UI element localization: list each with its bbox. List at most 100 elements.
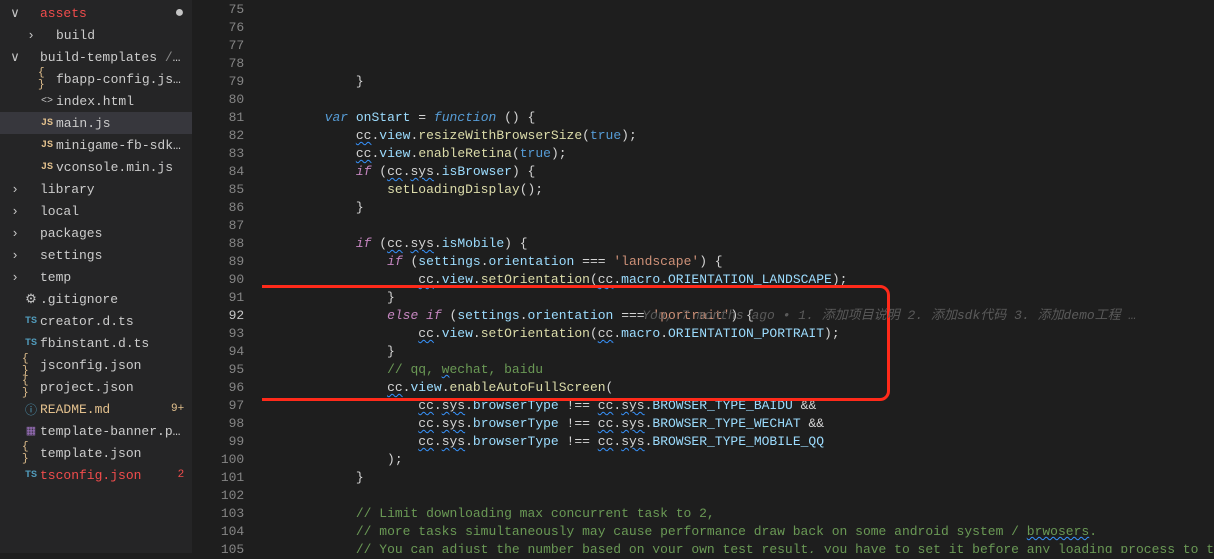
code-line[interactable]: } [262,289,1214,307]
tree-item-label: main.js [56,116,184,131]
tree-item[interactable]: TSfbinstant.d.ts [0,332,192,354]
code-line[interactable]: cc.view.enableAutoFullScreen( [262,379,1214,397]
tree-item[interactable]: ⓘREADME.md9+ [0,398,192,420]
line-number: 104 [192,523,244,541]
tree-item[interactable]: ›packages [0,222,192,244]
diamond-icon: <> [38,96,56,107]
tree-item[interactable]: ›temp [0,266,192,288]
ts-icon: TS [22,470,40,481]
code-line[interactable]: cc.view.enableRetina(true); [262,145,1214,163]
code-line[interactable] [262,487,1214,505]
tree-item[interactable]: ›library [0,178,192,200]
chevron-icon: ∨ [8,6,22,21]
tree-item-label: template-banner.png [40,424,184,439]
tree-item[interactable]: JSmain.js [0,112,192,134]
tree-item[interactable]: { }jsconfig.json [0,354,192,376]
line-number: 89 [192,253,244,271]
tree-item-label: fbinstant.d.ts [40,336,184,351]
tree-item-badge: 9+ [171,403,184,415]
code-line[interactable]: var onStart = function () { [262,109,1214,127]
code-line[interactable]: } [262,73,1214,91]
tree-item[interactable]: ∨build-templates / fb-instant-games [0,46,192,68]
tree-item[interactable]: ›local [0,200,192,222]
line-number: 100 [192,451,244,469]
tree-item[interactable]: › settings [0,244,192,266]
js-icon: JS [38,140,56,151]
code-line[interactable]: // You can adjust the number based on yo… [262,541,1214,553]
code-line[interactable]: setLoadingDisplay(); [262,181,1214,199]
line-number: 102 [192,487,244,505]
line-number: 78 [192,55,244,73]
tree-item[interactable]: JSminigame-fb-sdk.js [0,134,192,156]
tree-item[interactable]: ⚙.gitignore [0,288,192,310]
code-line[interactable]: // Limit downloading max concurrent task… [262,505,1214,523]
tree-item-label: creator.d.ts [40,314,184,329]
code-line[interactable]: } [262,199,1214,217]
code-line[interactable]: cc.view.setOrientation(cc.macro.ORIENTAT… [262,325,1214,343]
code-line[interactable]: cc.sys.browserType !== cc.sys.BROWSER_TY… [262,433,1214,451]
ts-icon: TS [22,338,40,349]
code-line[interactable]: } [262,469,1214,487]
chevron-icon: ∨ [8,50,22,65]
tree-item-label: fbapp-config.json [56,72,184,87]
code-line[interactable]: cc.view.setOrientation(cc.macro.ORIENTAT… [262,271,1214,289]
line-number: 92 [192,307,244,325]
code-line[interactable]: // more tasks simultaneously may cause p… [262,523,1214,541]
line-number: 94 [192,343,244,361]
chevron-icon: › [8,248,22,263]
js-icon: JS [38,118,56,129]
line-number: 99 [192,433,244,451]
line-number: 95 [192,361,244,379]
code-line[interactable]: } [262,343,1214,361]
brace-icon: { } [22,441,40,465]
tree-item-label: settings [40,248,184,263]
line-number: 97 [192,397,244,415]
brace-icon: { } [38,67,56,91]
line-number: 103 [192,505,244,523]
js-icon: JS [38,162,56,173]
line-number: 76 [192,19,244,37]
tree-item-label: template.json [40,446,184,461]
code-line[interactable]: if (settings.orientation === 'landscape'… [262,253,1214,271]
code-line[interactable]: cc.view.resizeWithBrowserSize(true); [262,127,1214,145]
chevron-icon: › [24,28,38,43]
tree-item[interactable]: TScreator.d.ts [0,310,192,332]
tree-item[interactable]: ▦template-banner.png [0,420,192,442]
tree-item[interactable]: JSvconsole.min.js [0,156,192,178]
editor[interactable]: 7576777879808182838485868788899091929394… [192,0,1214,553]
code-line[interactable]: ); [262,451,1214,469]
tree-item-label: minigame-fb-sdk.js [56,138,184,153]
line-number: 86 [192,199,244,217]
line-number: 79 [192,73,244,91]
file-explorer[interactable]: ∨assets●›build∨build-templates / fb-inst… [0,0,192,553]
code-line[interactable]: if (cc.sys.isBrowser) { [262,163,1214,181]
chevron-icon: › [8,182,22,197]
code-line[interactable] [262,91,1214,109]
tree-item[interactable]: TStsconfig.json2 [0,464,192,486]
code-line[interactable]: cc.sys.browserType !== cc.sys.BROWSER_TY… [262,397,1214,415]
line-number: 83 [192,145,244,163]
tree-item[interactable]: <>index.html [0,90,192,112]
tree-item[interactable]: { }project.json [0,376,192,398]
line-number: 88 [192,235,244,253]
line-number: 91 [192,289,244,307]
tree-item[interactable]: ›build [0,24,192,46]
tree-item[interactable]: ∨assets● [0,2,192,24]
chevron-icon: › [8,204,22,219]
code-line[interactable] [262,217,1214,235]
code-line[interactable]: // qq, wechat, baidu [262,361,1214,379]
brace-icon: { } [22,375,40,399]
brace-icon: { } [22,353,40,377]
tree-item[interactable]: { }fbapp-config.json [0,68,192,90]
code-area[interactable]: You, 7 months ago • 1. 添加项目说明 2. 添加sdk代码… [262,0,1214,553]
gear-icon: ⚙ [22,292,40,307]
line-number: 87 [192,217,244,235]
line-number: 98 [192,415,244,433]
code-line[interactable]: cc.sys.browserType !== cc.sys.BROWSER_TY… [262,415,1214,433]
tree-item[interactable]: { }template.json [0,442,192,464]
tree-item-label: tsconfig.json [40,468,178,483]
tree-item-label: packages [40,226,184,241]
code-line[interactable]: if (cc.sys.isMobile) { [262,235,1214,253]
line-number: 85 [192,181,244,199]
line-number: 77 [192,37,244,55]
